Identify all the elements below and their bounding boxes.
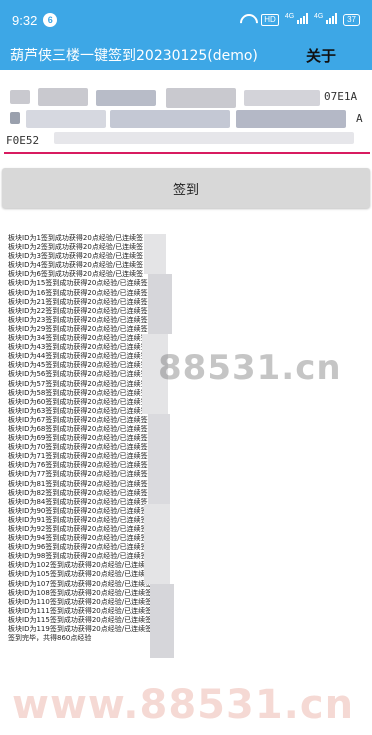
status-bar: 9:32 6 HD 4G 4G 37: [0, 0, 372, 40]
log-line: 板块ID为90签到成功获得20点经验/已连续签: [8, 506, 148, 515]
log-line: 板块ID为22签到成功获得20点经验/已连续签: [8, 306, 148, 315]
log-line: 板块ID为108签到成功获得20点经验/已连续签: [8, 588, 153, 597]
log-line: 板块ID为21签到成功获得20点经验/已连续签: [8, 297, 148, 306]
log-line: 板块ID为110签到成功获得20点经验/已连续签: [8, 597, 153, 606]
log-line: 板块ID为69签到成功获得20点经验/已连续签: [8, 434, 148, 443]
watermark-bottom: www.88531.cn: [12, 682, 355, 728]
log-line: 板块ID为23签到成功获得20点经验/已连续签: [8, 315, 148, 324]
signal-icon-1: 4G: [285, 13, 308, 27]
log-line: 板块ID为92签到成功获得20点经验/已连续签: [8, 525, 148, 533]
log-line: 板块ID为16签到成功获得20点经验/已连续签: [8, 288, 148, 297]
log-line: 板块ID为71签到成功获得20点经验/已连续签: [8, 452, 148, 461]
blurred-text: [236, 110, 346, 128]
log-line: 板块ID为6签到成功获得20点经验/已连续签: [8, 270, 144, 279]
log-line: 签到完毕，共得860点经验: [8, 634, 92, 643]
log-line: 板块ID为29签到成功获得20点经验/已连续签: [8, 324, 148, 333]
log-line: 板块ID为105签到成功获得20点经验/已连续签: [8, 570, 153, 579]
log-line: 板块ID为98签到成功获得20点经验/已连续签: [8, 552, 148, 561]
blurred-text: [244, 90, 320, 106]
signal-label-1: 4G: [284, 13, 295, 20]
log-line: 板块ID为70签到成功获得20点经验/已连续签: [8, 443, 148, 452]
input-fragment: F0E52: [6, 134, 40, 147]
log-line: 板块ID为76签到成功获得20点经验/已连续签: [8, 461, 148, 470]
log-mask: [140, 234, 180, 658]
status-time: 9:32: [12, 12, 38, 28]
log-line: 板块ID为1签到成功获得20点经验/已连续签: [8, 234, 144, 242]
token-input[interactable]: 07E1A A F0E52: [4, 84, 370, 154]
signal-label-2: 4G: [313, 13, 324, 20]
app-title: 葫芦侠三楼一键签到20230125(demo): [10, 48, 258, 64]
log-line: 板块ID为67签到成功获得20点经验/已连续签: [8, 415, 148, 424]
log-line: 板块ID为3签到成功获得20点经验/已连续签: [8, 252, 144, 261]
blurred-text: [38, 88, 88, 106]
log-line: 板块ID为63签到成功获得20点经验/已连续签: [8, 406, 148, 415]
input-fragment: 07E1A: [324, 90, 358, 103]
log-line: 板块ID为111签到成功获得20点经验/已连续签: [8, 606, 153, 615]
log-line: 板块ID为102签到成功获得20点经验/已连续签: [8, 561, 153, 570]
log-line: 板块ID为84签到成功获得20点经验/已连续签: [8, 497, 148, 506]
log-line: 板块ID为94签到成功获得20点经验/已连续签: [8, 534, 148, 543]
blurred-text: [10, 90, 30, 104]
signal-icon-2: 4G: [313, 13, 338, 27]
log-line: 板块ID为34签到成功获得20点经验/已连续签: [8, 334, 148, 343]
log-line: 板块ID为91签到成功获得20点经验/已连续签: [8, 515, 148, 524]
log-line: 板块ID为77签到成功获得20点经验/已连续签: [8, 470, 148, 479]
watermark-middle: 88531.cn: [158, 348, 342, 388]
hd-icon: HD: [261, 14, 279, 26]
blurred-text: [96, 90, 156, 106]
log-line: 板块ID为96签到成功获得20点经验/已连续签: [8, 543, 148, 552]
sign-log: 板块ID为1签到成功获得20点经验/已连续签 板块ID为2签到成功获得20点经验/…: [8, 234, 258, 643]
wifi-icon: [239, 14, 255, 26]
status-icons: HD 4G 4G 37: [239, 13, 360, 27]
blurred-text: [10, 112, 20, 124]
log-line: 板块ID为68签到成功获得20点经验/已连续签: [8, 424, 148, 433]
log-line: 板块ID为115签到成功获得20点经验/已连续签: [8, 615, 153, 624]
log-line: 板块ID为4签到成功获得20点经验/已连续签: [8, 261, 144, 270]
blurred-text: [110, 110, 230, 128]
input-fragment: A: [356, 112, 363, 125]
battery-icon: 37: [343, 14, 360, 26]
app-bar: 葫芦侠三楼一键签到20230125(demo) 关于: [0, 40, 372, 70]
notification-count-badge: 6: [43, 13, 58, 27]
sign-in-button[interactable]: 签到: [2, 168, 370, 208]
log-line: 板块ID为82签到成功获得20点经验/已连续签: [8, 488, 148, 497]
blurred-text: [166, 88, 236, 108]
blurred-text: [26, 110, 106, 128]
log-line: 板块ID为2签到成功获得20点经验/已连续签: [8, 243, 144, 252]
log-line: 板块ID为81签到成功获得20点经验/已连续签: [8, 479, 148, 488]
log-line: 板块ID为60签到成功获得20点经验/已连续签: [8, 397, 148, 406]
log-line: 板块ID为107签到成功获得20点经验/已连续签: [8, 579, 153, 588]
blurred-text: [54, 132, 354, 144]
about-button[interactable]: 关于: [306, 45, 336, 66]
log-line: 板块ID为15签到成功获得20点经验/已连续签: [8, 279, 148, 288]
log-line: 板块ID为58签到成功获得20点经验/已连续签: [8, 388, 148, 397]
log-line: 板块ID为119签到成功获得20点经验/已连续签: [8, 625, 153, 634]
